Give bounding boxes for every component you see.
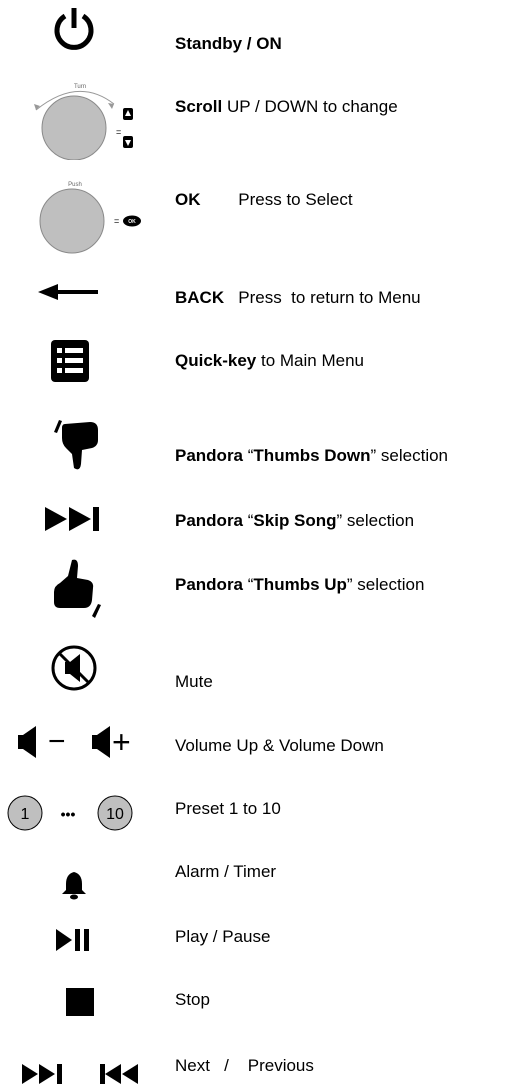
legend-label-skip-song: Pandora “Skip Song” selection [175, 511, 414, 531]
label-part: Scroll [175, 97, 223, 116]
label-part: Stop [175, 990, 210, 1009]
label-part: Preset 1 to 10 [175, 799, 281, 818]
label-part: Thumbs Down [253, 446, 371, 465]
thumbs-down-icon [52, 418, 102, 476]
legend-row-quick-key: Quick-key to Main Menu [0, 335, 514, 395]
label-part: Quick-key [175, 351, 257, 370]
alarm-bell-icon [60, 870, 88, 900]
push-knob-icon: Push = OK [30, 178, 150, 258]
legend-row-standby: Standby / ON [0, 0, 514, 80]
power-icon [50, 5, 98, 53]
legend-row-volume: − + Volume Up & Volume Down [0, 715, 514, 775]
volume-plus: + [112, 724, 131, 760]
label-part: Play / Pause [175, 927, 271, 946]
label-part: OK [175, 190, 201, 209]
label-part: “ [243, 511, 254, 530]
legend-row-thumbs-up: Pandora “Thumbs Up” selection [0, 548, 514, 628]
label-part: “ [243, 575, 254, 594]
label-part: Alarm / Timer [175, 862, 277, 881]
legend-row-scroll: Turn = Scroll UP / DOWN to change [0, 70, 514, 160]
legend-label-thumbs-up: Pandora “Thumbs Up” selection [175, 575, 424, 595]
preset-last: 10 [106, 806, 124, 823]
legend-label-quick-key: Quick-key to Main Menu [175, 351, 364, 371]
label-part: Standby / ON [175, 34, 282, 53]
label-part: Pandora [175, 575, 244, 594]
volume-icon: − + [18, 723, 148, 763]
next-previous-icon [22, 1060, 152, 1088]
label-part: ” selection [336, 511, 415, 530]
legend-label-next-previous: Next / Previous [175, 1056, 314, 1076]
legend-row-back: BACK Press to return to Menu [0, 270, 514, 320]
legend-label-mute: Mute [175, 672, 213, 692]
menu-list-icon [51, 340, 91, 384]
svg-text:=: = [114, 216, 119, 226]
label-part: Press to Select [200, 190, 353, 209]
thumbs-up-icon [50, 556, 106, 622]
label-part: ” selection [346, 575, 425, 594]
ok-badge: OK [128, 219, 136, 225]
legend-row-mute: Mute [0, 640, 514, 710]
legend-label-thumbs-down: Pandora “Thumbs Down” selection [175, 446, 448, 466]
legend-label-alarm: Alarm / Timer [175, 862, 276, 882]
label-part: BACK [175, 288, 225, 307]
label-part: Thumbs Up [253, 575, 347, 594]
label-part: to Main Menu [256, 351, 364, 370]
knob-caption-turn: Turn [74, 84, 86, 90]
label-part: Pandora [175, 511, 244, 530]
mute-icon [50, 644, 98, 692]
legend-row-ok: Push = OK OK Press to Select [0, 170, 514, 260]
label-part: “ [243, 446, 254, 465]
turn-knob-icon: Turn = [18, 80, 148, 160]
label-part: Mute [175, 672, 213, 691]
legend-row-skip-song: Pandora “Skip Song” selection [0, 495, 514, 545]
label-part: Press to return to Menu [224, 288, 421, 307]
label-part: Volume Up & Volume Down [175, 736, 384, 755]
legend-label-scroll: Scroll UP / DOWN to change [175, 97, 398, 117]
legend-label-stop: Stop [175, 990, 210, 1010]
legend-label-volume: Volume Up & Volume Down [175, 736, 384, 756]
legend-label-preset: Preset 1 to 10 [175, 799, 281, 819]
legend-row-thumbs-down: Pandora “Thumbs Down” selection [0, 410, 514, 480]
preset-first: 1 [21, 806, 30, 823]
label-part: ” selection [370, 446, 449, 465]
legend-row-preset: 1 ••• 10 Preset 1 to 10 [0, 785, 514, 840]
legend-label-back: BACK Press to return to Menu [175, 288, 421, 308]
svg-text:=: = [116, 127, 121, 137]
label-part: UP / DOWN to change [222, 97, 398, 116]
volume-minus: − [48, 725, 66, 758]
legend-row-stop: Stop [0, 980, 514, 1030]
legend-row-play-pause: Play / Pause [0, 920, 514, 970]
knob-caption-push: Push [68, 182, 82, 188]
back-arrow-icon [36, 282, 100, 302]
label-part: Skip Song [253, 511, 337, 530]
legend-label-standby: Standby / ON [175, 34, 282, 54]
label-part: Pandora [175, 446, 244, 465]
preset-dots: ••• [61, 806, 76, 822]
stop-icon [66, 988, 96, 1018]
legend-label-ok: OK Press to Select [175, 190, 353, 210]
legend-row-next-previous: Next / Previous [0, 1040, 514, 1091]
skip-song-icon [45, 505, 107, 533]
legend-label-play-pause: Play / Pause [175, 927, 270, 947]
label-part: Next / Previous [175, 1056, 314, 1075]
play-pause-icon [56, 928, 96, 952]
legend-row-alarm: Alarm / Timer [0, 850, 514, 910]
preset-icon: 1 ••• 10 [5, 793, 145, 833]
